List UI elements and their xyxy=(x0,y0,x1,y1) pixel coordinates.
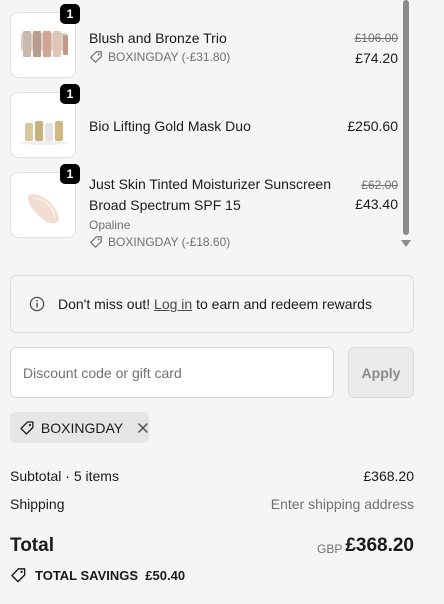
original-price: £106.00 xyxy=(354,31,398,45)
savings-label: TOTAL SAVINGS xyxy=(35,568,139,583)
login-link[interactable]: Log in xyxy=(154,296,192,312)
scrollbar-thumb[interactable] xyxy=(403,0,409,235)
discount-code-input[interactable] xyxy=(10,347,334,398)
rewards-suffix: to earn and redeem rewards xyxy=(196,296,372,312)
product-name: Bio Lifting Gold Mask Duo xyxy=(89,118,251,134)
currency-code: GBP xyxy=(317,542,343,556)
tag-icon xyxy=(20,420,34,435)
item-price: £74.20 xyxy=(355,50,398,66)
cart-items-list[interactable]: 1 Blush and Bronze Trio BOXINGDAY (-£31.… xyxy=(0,0,400,258)
rewards-banner: Don't miss out! Log in to earn and redee… xyxy=(10,275,414,333)
apply-discount-button[interactable]: Apply xyxy=(348,347,414,398)
subtotal-label: Subtotal · 5 items xyxy=(10,468,119,484)
discount-text: BOXINGDAY (-£31.80) xyxy=(108,50,231,64)
quantity-badge: 1 xyxy=(60,84,80,104)
info-icon xyxy=(29,296,45,312)
cart-item: 1 Bio Lifting Gold Mask Duo £250.60 xyxy=(10,84,400,162)
shipping-label: Shipping xyxy=(10,496,65,512)
original-price: £62.00 xyxy=(361,178,398,192)
shipping-row: Shipping Enter shipping address xyxy=(10,496,414,512)
total-label: Total xyxy=(10,535,54,556)
item-price: £250.60 xyxy=(347,118,398,134)
product-name-line2: Broad Spectrum SPF 15 xyxy=(89,197,241,213)
total-savings: TOTAL SAVINGS £50.40 xyxy=(10,567,185,584)
quantity-badge: 1 xyxy=(60,164,80,184)
product-image-wrapper: 1 xyxy=(10,84,80,158)
product-name-line1: Just Skin Tinted Moisturizer Sunscreen xyxy=(89,176,331,192)
product-image-wrapper: 1 xyxy=(10,164,80,238)
applied-discount-chip: BOXINGDAY xyxy=(10,412,149,443)
discount-tag: BOXINGDAY (-£18.60) xyxy=(89,235,230,249)
product-image-wrapper: 1 xyxy=(10,4,80,78)
scroll-down-arrow-icon[interactable] xyxy=(401,240,411,247)
tag-icon xyxy=(90,51,102,63)
total-value: £368.20 xyxy=(345,535,414,556)
scrollbar[interactable] xyxy=(400,0,414,258)
product-vendor: Opaline xyxy=(89,218,131,232)
item-price: £43.40 xyxy=(355,196,398,212)
cart-item: 1 Blush and Bronze Trio BOXINGDAY (-£31.… xyxy=(10,4,400,82)
cart-item: 1 Just Skin Tinted Moisturizer Sunscreen… xyxy=(10,164,400,258)
tag-icon xyxy=(90,236,102,248)
savings-tag-icon xyxy=(11,568,26,583)
subtotal-row: Subtotal · 5 items £368.20 xyxy=(10,468,414,484)
savings-value: £50.40 xyxy=(145,568,186,583)
subtotal-value: £368.20 xyxy=(363,468,414,484)
applied-discount-code: BOXINGDAY xyxy=(40,419,124,436)
rewards-prefix: Don't miss out! xyxy=(58,296,151,312)
discount-tag: BOXINGDAY (-£31.80) xyxy=(89,50,230,64)
discount-text: BOXINGDAY (-£18.60) xyxy=(108,235,231,249)
close-icon[interactable] xyxy=(137,422,149,434)
product-name: Blush and Bronze Trio xyxy=(89,30,227,46)
shipping-value: Enter shipping address xyxy=(270,496,414,512)
quantity-badge: 1 xyxy=(60,4,80,24)
